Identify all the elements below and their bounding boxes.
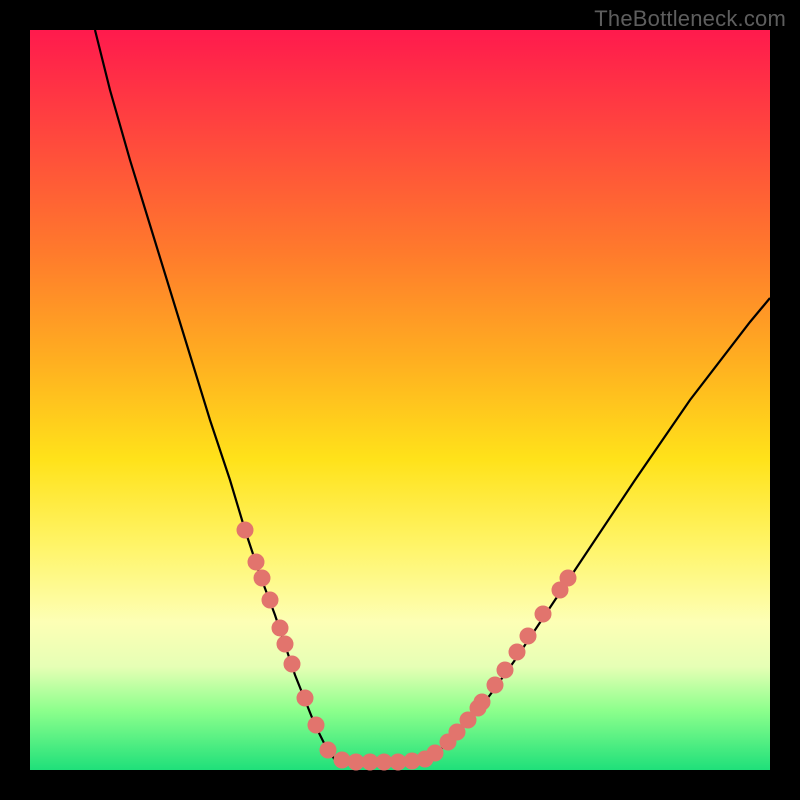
dots-right-group (427, 570, 576, 761)
data-dot (262, 592, 278, 608)
watermark-text: TheBottleneck.com (594, 6, 786, 32)
data-dot (308, 717, 324, 733)
data-dot (284, 656, 300, 672)
dots-left-group (237, 522, 336, 758)
chart-svg (30, 30, 770, 770)
dots-bottom-group (334, 751, 433, 770)
data-dot (520, 628, 536, 644)
data-dot (427, 745, 443, 761)
data-dot (248, 554, 264, 570)
data-dot (272, 620, 288, 636)
data-dot (560, 570, 576, 586)
data-dot (509, 644, 525, 660)
right-curve (425, 298, 770, 760)
left-curve (95, 30, 335, 760)
data-dot (254, 570, 270, 586)
data-dot (535, 606, 551, 622)
data-dot (487, 677, 503, 693)
data-dot (334, 752, 350, 768)
data-dot (474, 694, 490, 710)
data-dot (297, 690, 313, 706)
data-dot (497, 662, 513, 678)
data-dot (277, 636, 293, 652)
data-dot (320, 742, 336, 758)
data-dot (237, 522, 253, 538)
chart-gradient-frame (30, 30, 770, 770)
